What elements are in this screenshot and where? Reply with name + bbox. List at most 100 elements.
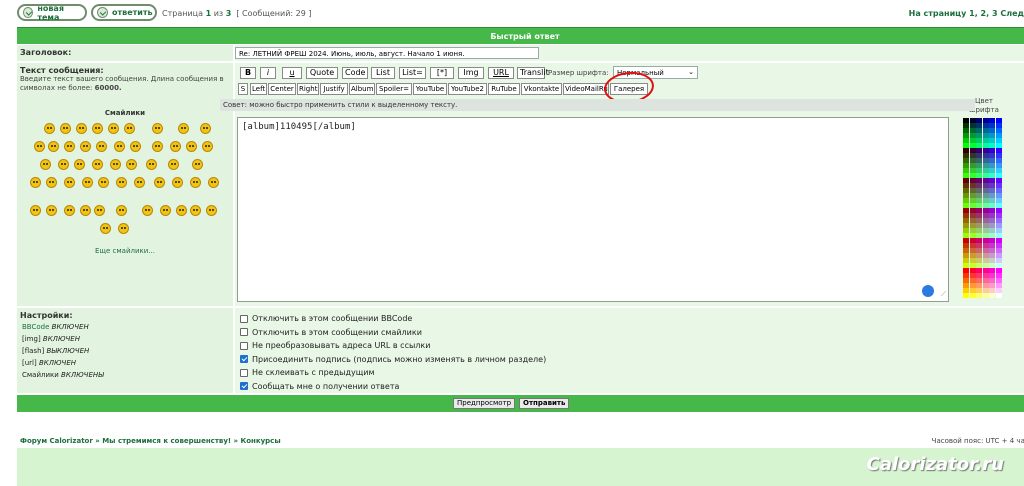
smiley-icon[interactable] [76, 123, 87, 134]
smiley-icon[interactable] [142, 205, 153, 216]
smiley-icon[interactable] [170, 141, 181, 152]
smiley-icon[interactable] [126, 159, 137, 170]
bbcode-button[interactable]: List= [399, 67, 426, 79]
smiley-icon[interactable] [116, 177, 127, 188]
smiley-icon[interactable] [200, 123, 211, 134]
smiley-icon[interactable] [60, 123, 71, 134]
smiley-icon[interactable] [190, 177, 201, 188]
bbcode-button[interactable]: YouTube2 [448, 83, 487, 95]
resize-handle-icon[interactable]: ⟋ [941, 290, 946, 299]
color-swatch[interactable] [995, 293, 1002, 298]
checkbox-icon[interactable] [240, 314, 248, 323]
smiley-icon[interactable] [172, 177, 183, 188]
color-swatch[interactable] [976, 293, 982, 298]
smiley-icon[interactable] [186, 141, 197, 152]
smiley-icon[interactable] [30, 205, 41, 216]
bbcode-button[interactable]: i [260, 67, 276, 79]
smiley-icon[interactable] [98, 177, 109, 188]
color-swatch[interactable] [963, 293, 969, 298]
smiley-icon[interactable] [154, 177, 165, 188]
subject-input[interactable]: Re: ЛЕТНИЙ ФРЕШ 2024. Июнь, июль, август… [235, 47, 539, 59]
color-swatch[interactable] [989, 293, 995, 298]
smiley-icon[interactable] [176, 205, 187, 216]
smiley-icon[interactable] [100, 223, 111, 234]
smiley-icon[interactable] [152, 141, 163, 152]
option-checkbox[interactable]: Присоединить подпись (подпись можно изме… [240, 355, 546, 364]
smiley-icon[interactable] [80, 205, 91, 216]
smiley-icon[interactable] [74, 159, 85, 170]
message-textarea[interactable]: [album]110495[/album] ⟋ [237, 117, 949, 302]
bbcode-button[interactable]: List [371, 67, 395, 79]
bbcode-button[interactable]: VideoMailRu [563, 83, 609, 95]
smiley-icon[interactable] [130, 141, 141, 152]
smiley-icon[interactable] [168, 159, 179, 170]
grammar-check-icon[interactable] [922, 285, 934, 297]
checkbox-icon[interactable] [240, 355, 248, 363]
bbcode-button[interactable]: Left [250, 83, 267, 95]
option-checkbox[interactable]: Сообщать мне о получении ответа [240, 382, 399, 391]
smiley-icon[interactable] [178, 123, 189, 134]
smiley-icon[interactable] [108, 123, 119, 134]
option-checkbox[interactable]: Не склеивать с предыдущим [240, 368, 375, 377]
smiley-icon[interactable] [92, 159, 103, 170]
reply-button[interactable]: ответить [91, 4, 157, 21]
smiley-icon[interactable] [80, 141, 91, 152]
smiley-icon[interactable] [192, 159, 203, 170]
smiley-icon[interactable] [92, 123, 103, 134]
smiley-icon[interactable] [114, 141, 125, 152]
bbcode-button[interactable]: Vkontakte [521, 83, 562, 95]
smiley-icon[interactable] [110, 159, 121, 170]
option-checkbox[interactable]: Отключить в этом сообщении смайлики [240, 328, 422, 337]
checkbox-icon[interactable] [240, 341, 248, 350]
smiley-icon[interactable] [46, 177, 57, 188]
checkbox-icon[interactable] [240, 368, 248, 377]
color-swatch[interactable] [969, 293, 976, 298]
smiley-icon[interactable] [134, 177, 145, 188]
smiley-icon[interactable] [94, 205, 105, 216]
bbcode-button[interactable]: Right [297, 83, 319, 95]
bbcode-button[interactable]: Spoiler= [376, 83, 412, 95]
smiley-icon[interactable] [58, 159, 69, 170]
option-checkbox[interactable]: Не преобразовывать адреса URL в ссылки [240, 341, 430, 350]
bbcode-button[interactable]: Quote [306, 67, 338, 79]
smiley-icon[interactable] [48, 141, 59, 152]
bbcode-button[interactable]: S [238, 83, 248, 95]
checkbox-icon[interactable] [240, 328, 248, 336]
smiley-icon[interactable] [64, 141, 75, 152]
bbcode-button[interactable]: B [240, 67, 256, 79]
option-checkbox[interactable]: Отключить в этом сообщении BBCode [240, 314, 412, 323]
smiley-icon[interactable] [64, 205, 75, 216]
smiley-icon[interactable] [118, 223, 129, 234]
smiley-icon[interactable] [190, 205, 201, 216]
smiley-icon[interactable] [202, 141, 213, 152]
smiley-icon[interactable] [82, 177, 93, 188]
bbcode-button[interactable]: [*] [430, 67, 454, 79]
smiley-icon[interactable] [44, 123, 55, 134]
submit-button[interactable]: Отправить [519, 398, 570, 409]
bbcode-button[interactable]: Code [342, 67, 368, 79]
color-swatch[interactable] [982, 293, 989, 298]
smiley-icon[interactable] [146, 159, 157, 170]
more-smilies-link[interactable]: Еще смайлики... [20, 247, 230, 255]
smiley-icon[interactable] [208, 177, 219, 188]
preview-button[interactable]: Предпросмотр [453, 398, 516, 409]
smiley-icon[interactable] [116, 205, 127, 216]
smiley-icon[interactable] [34, 141, 45, 152]
new-topic-button[interactable]: новая тема [17, 4, 87, 22]
checkbox-icon[interactable] [240, 382, 248, 390]
bbcode-button[interactable]: Album [349, 83, 375, 95]
bbcode-button[interactable]: URL [488, 67, 514, 79]
bbcode-button[interactable]: u [282, 67, 302, 79]
bbcode-button[interactable]: YouTube [413, 83, 447, 95]
bbcode-button[interactable]: Translit [517, 67, 549, 79]
bbcode-button[interactable]: Center [268, 83, 296, 95]
smiley-icon[interactable] [30, 177, 41, 188]
breadcrumb[interactable]: Форум Calorizator » Мы стремимся к совер… [20, 437, 281, 445]
smiley-icon[interactable] [46, 205, 57, 216]
bbcode-button[interactable]: RuTube [488, 83, 520, 95]
smiley-icon[interactable] [124, 123, 135, 134]
smiley-icon[interactable] [96, 141, 107, 152]
smiley-icon[interactable] [206, 205, 217, 216]
smiley-icon[interactable] [64, 177, 75, 188]
smiley-icon[interactable] [152, 123, 163, 134]
